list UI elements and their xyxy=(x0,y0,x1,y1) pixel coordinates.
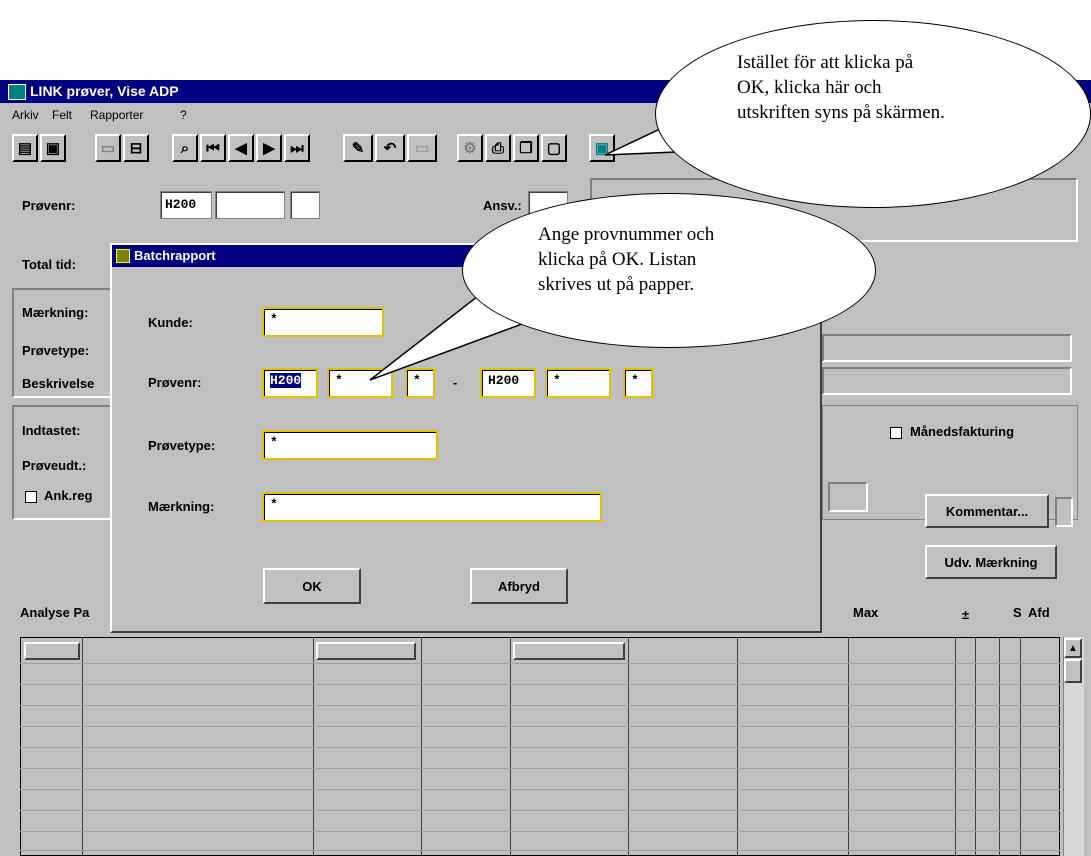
top-callout-text: Istället för att klicka på OK, klicka hä… xyxy=(737,52,945,123)
middle-callout-text: Ange provnummer och klicka på OK. Listan… xyxy=(538,224,715,295)
